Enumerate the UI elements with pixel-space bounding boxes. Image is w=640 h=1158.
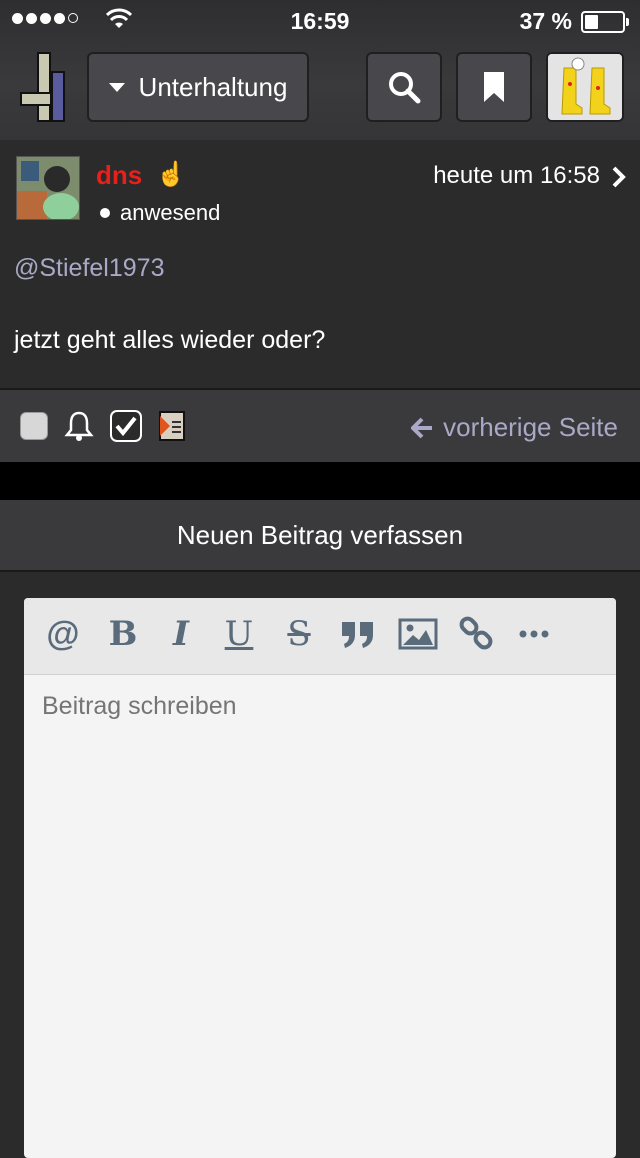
status-bar: 16:59 37 %: [0, 0, 640, 40]
document-icon[interactable]: [158, 410, 186, 442]
presence-status: anwesend: [100, 200, 220, 226]
forum-label: Unterhaltung: [138, 71, 288, 102]
online-dot-icon: [100, 208, 110, 218]
checkbox-icon[interactable]: [110, 410, 142, 442]
post-username[interactable]: dns: [96, 160, 142, 191]
arrow-left-icon: [411, 417, 433, 438]
forum-dropdown-button[interactable]: Unterhaltung: [87, 52, 309, 122]
post-mention[interactable]: @Stiefel1973: [14, 254, 164, 283]
editor: @ B I U S: [24, 598, 616, 1158]
top-bar: 16:59 37 % Unterhaltung: [0, 0, 640, 140]
post-message: jetzt geht alles wieder oder?: [14, 326, 326, 354]
avatar-image-icon: [17, 157, 79, 219]
previous-page-link[interactable]: vorherige Seite: [411, 412, 618, 443]
bookmarks-button[interactable]: [456, 52, 532, 122]
select-checkbox[interactable]: [20, 412, 48, 440]
user-avatar-icon: [548, 54, 622, 120]
profile-avatar-button[interactable]: [546, 52, 624, 122]
compose-header: Neuen Beitrag verfassen: [0, 500, 640, 572]
strikethrough-button[interactable]: S: [282, 614, 316, 654]
previous-page-label: vorherige Seite: [443, 412, 618, 442]
bold-button[interactable]: B: [106, 614, 140, 654]
compose-area: @ B I U S: [0, 572, 640, 1158]
mention-button[interactable]: @: [46, 614, 80, 654]
quote-icon[interactable]: [340, 614, 376, 654]
post-timestamp[interactable]: heute um 16:58: [433, 162, 600, 190]
post-avatar[interactable]: [16, 156, 80, 220]
chevron-right-icon[interactable]: [612, 166, 626, 188]
link-icon[interactable]: [458, 614, 494, 654]
post: dns ☝ anwesend heute um 16:58 @Stiefel19…: [0, 140, 640, 388]
editor-toolbar: @ B I U S: [24, 598, 616, 675]
post-body-input[interactable]: [42, 692, 598, 721]
image-icon[interactable]: [398, 614, 438, 654]
app-logo[interactable]: [18, 52, 68, 122]
underline-button[interactable]: U: [222, 614, 256, 654]
more-icon[interactable]: [518, 614, 550, 654]
presence-label: anwesend: [120, 200, 221, 225]
bookmark-icon: [484, 72, 504, 102]
search-icon: [389, 72, 421, 104]
bell-icon[interactable]: [64, 410, 94, 442]
search-button[interactable]: [366, 52, 442, 122]
post-actions: [20, 410, 186, 442]
italic-button[interactable]: I: [164, 614, 198, 654]
moderator-badge-icon: ☝: [156, 161, 186, 188]
post-action-bar: vorherige Seite: [0, 388, 640, 462]
battery-percentage: 37 %: [519, 8, 572, 34]
battery-icon: [581, 11, 629, 33]
caret-down-icon: [108, 82, 125, 92]
divider: [0, 462, 640, 500]
